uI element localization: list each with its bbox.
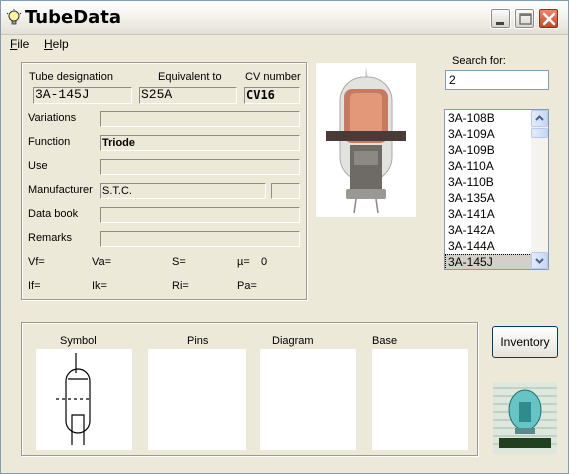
base-panel [372, 349, 468, 450]
cv-number-field[interactable]: CV16 [244, 87, 300, 104]
window-title: TubeData [25, 7, 122, 28]
variations-label: Variations [28, 112, 77, 124]
equivalent-label: Equivalent to [158, 71, 222, 83]
scroll-thumb[interactable] [531, 128, 548, 138]
use-label: Use [28, 160, 48, 172]
manufacturer-code-field[interactable] [271, 183, 300, 199]
symbol-label: Symbol [60, 335, 97, 347]
remarks-field[interactable] [100, 231, 300, 247]
function-field[interactable]: Triode [100, 135, 300, 151]
pins-panel [148, 349, 246, 450]
databook-field[interactable] [100, 207, 300, 223]
menu-file[interactable]: File [10, 37, 29, 51]
manufacturer-field[interactable]: S.T.C. [100, 183, 266, 199]
diagram-panel [260, 349, 356, 450]
minimize-button[interactable] [490, 8, 511, 29]
scroll-up-button[interactable] [531, 110, 548, 127]
pins-label: Pins [187, 335, 209, 347]
ik-label: Ik= [92, 280, 107, 292]
app-window: TubeData File Help Tube designation 3A-1… [0, 0, 569, 474]
cv-number-label: CV number [245, 71, 301, 83]
search-input[interactable]: 2 [445, 70, 549, 90]
search-label: Search for: [452, 55, 506, 67]
va-label: Va= [92, 256, 112, 268]
vf-label: Vf= [28, 256, 45, 268]
tube-designation-label: Tube designation [29, 71, 113, 83]
symbol-panel [36, 349, 132, 450]
maximize-button[interactable] [514, 8, 535, 29]
scroll-down-icon [535, 258, 544, 264]
equivalent-field[interactable]: S25A [139, 87, 237, 104]
menu-help[interactable]: Help [44, 37, 69, 51]
mu-value: 0 [261, 256, 268, 268]
minimize-icon [496, 22, 504, 25]
close-button[interactable] [538, 8, 559, 29]
remarks-label: Remarks [28, 232, 73, 244]
tube-designation-field[interactable]: 3A-145J [33, 87, 132, 104]
inventory-button[interactable]: Inventory [492, 326, 558, 358]
variations-field[interactable] [100, 111, 300, 127]
list-scrollbar[interactable] [531, 110, 548, 269]
ri-label: Ri= [172, 280, 189, 292]
lightbulb-icon [6, 9, 22, 25]
scroll-down-button[interactable] [531, 252, 548, 269]
if-label: If= [28, 280, 41, 292]
menu-bar: File Help [1, 35, 568, 53]
close-icon [542, 12, 556, 26]
function-label: Function [28, 136, 71, 148]
databook-label: Data book [28, 208, 79, 220]
mu-label: µ= [237, 256, 250, 268]
s-label: S= [172, 256, 186, 268]
scroll-up-icon [535, 115, 544, 121]
pa-label: Pa= [237, 280, 257, 292]
use-field[interactable] [100, 159, 300, 175]
manufacturer-label: Manufacturer [28, 184, 93, 196]
diagram-label: Diagram [272, 335, 314, 347]
maximize-icon [519, 13, 532, 25]
title-bar[interactable]: TubeData [1, 1, 568, 35]
tube-list[interactable]: 3A-108B 3A-109A 3A-109B 3A-110A 3A-110B … [444, 109, 549, 270]
base-label: Base [372, 335, 398, 347]
tube-logo-icon [493, 382, 557, 454]
triode-symbol-icon [56, 353, 91, 445]
tube-photo [316, 63, 416, 217]
